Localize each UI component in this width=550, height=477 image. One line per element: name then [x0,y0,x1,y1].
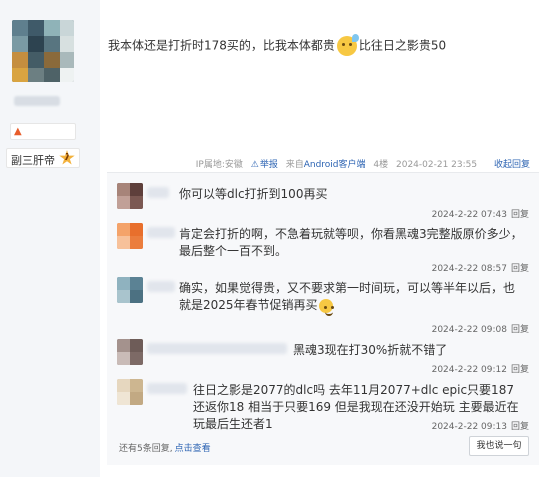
user-level-row: ▲ [10,123,76,140]
collapse-replies-link[interactable]: 收起回复 [494,160,530,170]
user-info-column: ▲ 副三肝帝 7 [0,0,100,477]
post-meta-bar: IP属地:安徽 举报 来自Android客户端 4楼 2024-02-21 23… [191,157,530,170]
reply-time: 2024-2-22 09:08 [431,325,507,335]
reply-time: 2024-2-22 08:57 [431,264,507,274]
reply-text: 你可以等dlc打折到100再买 [179,187,328,201]
post-content: 我本体还是打折时178买的，比我本体都贵 比往日之影贵50 [108,34,447,56]
reply-meta: 2024-2-22 09:08 回复 [432,322,529,335]
client-link[interactable]: Android客户端 [304,160,366,170]
reply-username[interactable] [147,227,175,238]
client-prefix: 来自 [285,160,304,170]
reply-avatar[interactable] [117,223,143,249]
smile-emoji-icon [318,298,333,316]
list-item: 往日之影是2077的dlc吗 去年11月2077+dlc epic只要187 还… [117,379,529,432]
user-avatar[interactable] [12,20,74,82]
reply-text-content: 确实，如果觉得贵，又不要求第一时间玩，可以等半年以后，也就是2025年春节促销再… [179,281,516,312]
level-star-icon: 7 [59,150,75,165]
report-link[interactable]: 举报 [251,160,278,170]
reply-username[interactable] [147,383,187,394]
reply-button[interactable]: 回复 [511,325,529,335]
reply-avatar[interactable] [117,183,143,209]
more-replies-count: 还有5条回复, [119,444,173,454]
reply-button[interactable]: 回复 [511,210,529,220]
post-text-after: 比往日之影贵50 [358,38,447,53]
reply-button[interactable]: 回复 [511,264,529,274]
reply-username[interactable] [147,281,175,292]
list-item: 你可以等dlc打折到100再买 2024-2-22 07:43 回复 [117,183,529,220]
reply-avatar[interactable] [117,379,143,405]
reply-text: 确实，如果觉得贵，又不要求第一时间玩，可以等半年以后，也就是2025年春节促销再… [179,280,524,316]
ip-location: IP属地:安徽 [195,160,243,170]
list-item: 确实，如果觉得贵，又不要求第一时间玩，可以等半年以后，也就是2025年春节促销再… [117,277,529,335]
reply-meta: 2024-2-22 09:13 回复 [432,419,529,432]
reply-text: 肯定会打折的啊，不急着玩就等呗，你看黑魂3完整版原价多少，最后整个一百不到。 [179,227,523,258]
reply-time: 2024-2-22 09:12 [431,365,507,375]
post-time: 2024-02-21 23:55 [396,160,478,170]
badge-name: 副三肝帝 [11,154,55,167]
reply-time: 2024-2-22 07:43 [431,210,507,220]
reply-text: 黑魂3现在打30%折就不错了 [293,343,448,357]
reply-meta: 2024-2-22 07:43 回复 [432,207,529,220]
reply-button[interactable]: 回复 [511,365,529,375]
sweat-smile-emoji-icon [336,34,359,56]
view-more-link[interactable]: 点击查看 [175,444,211,454]
more-replies: 还有5条回复, 点击查看 [119,441,211,454]
reply-username[interactable] [147,343,287,354]
list-item: 黑魂3现在打30%折就不错了 2024-2-22 09:12 回复 [117,339,529,375]
floor-number: 4楼 [373,160,389,170]
user-badge[interactable]: 副三肝帝 7 [6,148,80,168]
list-item: 肯定会打折的啊，不急着玩就等呗，你看黑魂3完整版原价多少，最后整个一百不到。 2… [117,223,529,274]
reply-meta: 2024-2-22 08:57 回复 [432,261,529,274]
reply-meta: 2024-2-22 09:12 回复 [432,362,529,375]
reply-avatar[interactable] [117,277,143,303]
reply-time: 2024-2-22 09:13 [431,422,507,432]
reply-button[interactable]: 回复 [511,422,529,432]
add-reply-button[interactable]: 我也说一句 [469,436,529,456]
username-blurred[interactable] [14,96,60,106]
post-text-before: 我本体还是打折时178买的，比我本体都贵 [108,38,335,53]
reply-username[interactable] [147,187,169,198]
reply-list: 你可以等dlc打折到100再买 2024-2-22 07:43 回复 肯定会打折的… [107,172,539,465]
flame-icon: ▲ [14,126,22,137]
reply-avatar[interactable] [117,339,143,365]
